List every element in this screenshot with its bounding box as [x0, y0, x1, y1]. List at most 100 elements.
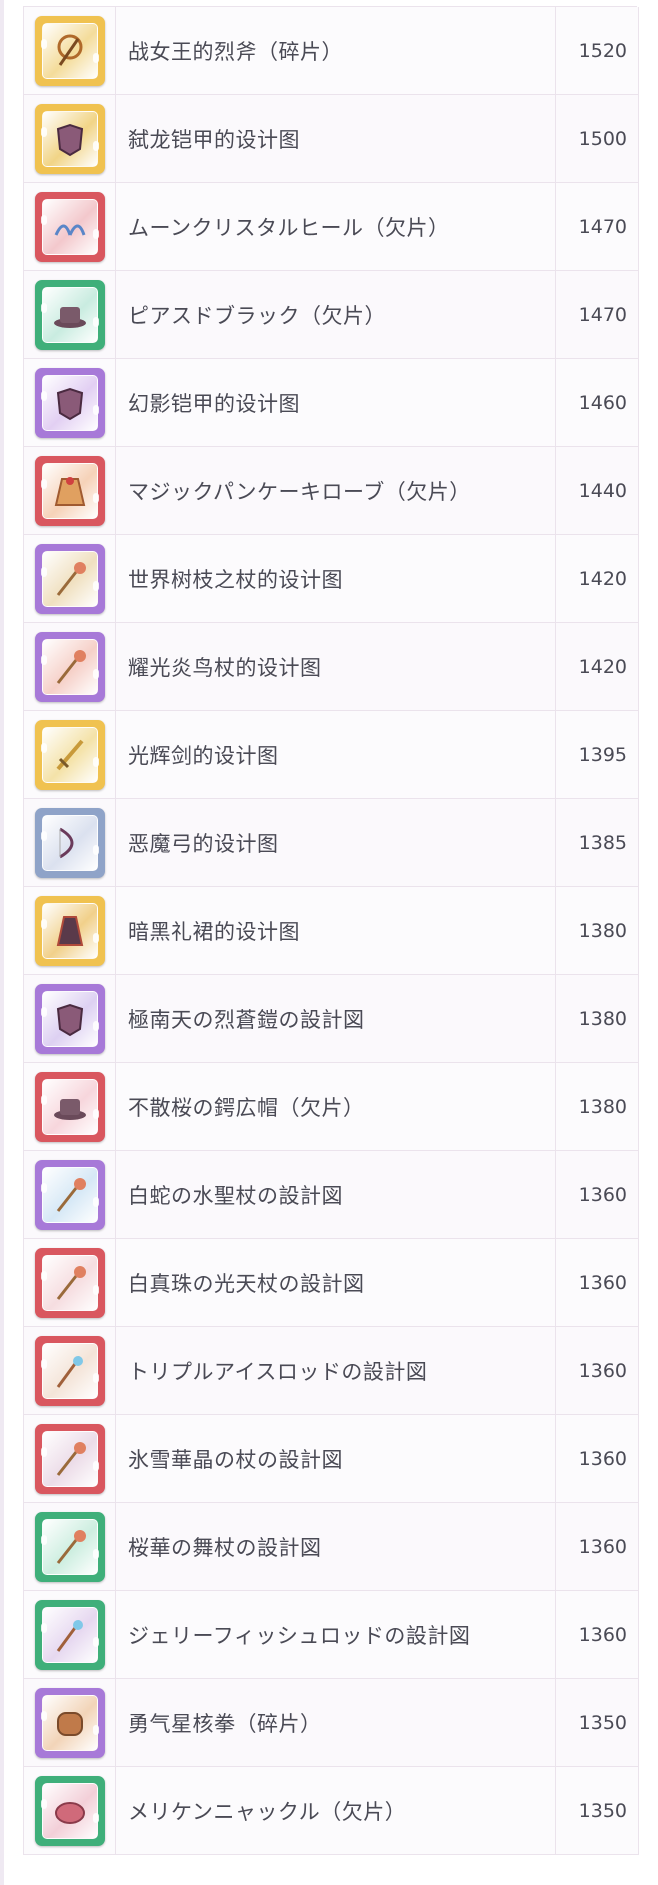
dress-icon	[34, 895, 105, 966]
item-value-list-page: 战女王的烈斧（碎片） 1520 弑龙铠甲的设计图 1500 ムーンクリスタルヒール（欠片…	[0, 0, 658, 1885]
staff-icon	[34, 1511, 105, 1582]
item-icon-cell	[24, 1239, 116, 1326]
staff-icon	[34, 543, 105, 614]
item-name: ピアスドブラック（欠片）	[116, 271, 556, 358]
table-row: ムーンクリスタルヒール（欠片） 1470	[24, 183, 638, 271]
staff-icon	[34, 1247, 105, 1318]
heels-icon	[34, 191, 105, 262]
item-name: 战女王的烈斧（碎片）	[116, 7, 556, 94]
table-row: 弑龙铠甲的设计图 1500	[24, 95, 638, 183]
hat-icon	[34, 1071, 105, 1142]
item-value: 1420	[578, 567, 627, 590]
item-name: メリケンニャックル（欠片）	[116, 1767, 556, 1854]
table-row: ジェリーフィッシュロッドの設計図 1360	[24, 1591, 638, 1679]
item-name: ムーンクリスタルヒール（欠片）	[116, 183, 556, 270]
item-icon-cell	[24, 271, 116, 358]
table-row: 耀光炎鸟杖的设计图 1420	[24, 623, 638, 711]
item-icon-cell	[24, 447, 116, 534]
item-icon-cell	[24, 1591, 116, 1678]
item-icon-cell	[24, 975, 116, 1062]
item-name: 弑龙铠甲的设计图	[116, 95, 556, 182]
staff-icon	[34, 1423, 105, 1494]
item-name: ジェリーフィッシュロッドの設計図	[116, 1591, 556, 1678]
item-icon-cell	[24, 887, 116, 974]
item-name: 光辉剑的设计图	[116, 711, 556, 798]
item-name: 桜華の舞杖の設計図	[116, 1503, 556, 1590]
table-row: マジックパンケーキローブ（欠片） 1440	[24, 447, 638, 535]
table-row: 战女王的烈斧（碎片） 1520	[24, 7, 638, 95]
item-value: 1360	[578, 1359, 627, 1382]
table-row: 暗黑礼裙的设计图 1380	[24, 887, 638, 975]
item-value: 1470	[578, 303, 627, 326]
item-value: 1520	[578, 39, 627, 62]
item-icon-cell	[24, 1151, 116, 1238]
item-icon-cell	[24, 7, 116, 94]
item-name: 氷雪華晶の杖の設計図	[116, 1415, 556, 1502]
item-icon-cell	[24, 1767, 116, 1854]
item-icon-cell	[24, 535, 116, 622]
item-name: 耀光炎鸟杖的设计图	[116, 623, 556, 710]
item-value: 1380	[578, 1007, 627, 1030]
armor-icon	[34, 983, 105, 1054]
table-row: トリプルアイスロッドの設計図 1360	[24, 1327, 638, 1415]
item-icon-cell	[24, 799, 116, 886]
armor-icon	[34, 367, 105, 438]
item-name: 極南天の烈蒼鎧の設計図	[116, 975, 556, 1062]
item-value: 1470	[578, 215, 627, 238]
item-name: 勇气星核拳（碎片）	[116, 1679, 556, 1766]
item-icon-cell	[24, 1327, 116, 1414]
item-value: 1385	[578, 831, 627, 854]
item-value: 1360	[578, 1271, 627, 1294]
item-value: 1420	[578, 655, 627, 678]
item-value: 1500	[578, 127, 627, 150]
item-name: 恶魔弓的设计图	[116, 799, 556, 886]
item-icon-cell	[24, 1503, 116, 1590]
item-icon-cell	[24, 183, 116, 270]
item-value: 1360	[578, 1535, 627, 1558]
hat-icon	[34, 279, 105, 350]
item-value: 1440	[578, 479, 627, 502]
item-name: トリプルアイスロッドの設計図	[116, 1327, 556, 1414]
item-icon-cell	[24, 1415, 116, 1502]
item-icon-cell	[24, 1063, 116, 1150]
table-row: 桜華の舞杖の設計図 1360	[24, 1503, 638, 1591]
table-row: 白蛇の水聖杖の設計図 1360	[24, 1151, 638, 1239]
rod-icon	[34, 1335, 105, 1406]
item-name: 暗黑礼裙的设计图	[116, 887, 556, 974]
table-row: 白真珠の光天杖の設計図 1360	[24, 1239, 638, 1327]
staff-icon	[34, 631, 105, 702]
item-name: マジックパンケーキローブ（欠片）	[116, 447, 556, 534]
item-name: 世界树枝之杖的设计图	[116, 535, 556, 622]
table-row: メリケンニャックル（欠片） 1350	[24, 1767, 638, 1855]
table-row: 極南天の烈蒼鎧の設計図 1380	[24, 975, 638, 1063]
axe-icon	[34, 15, 105, 86]
rod-icon	[34, 1599, 105, 1670]
staff-icon	[34, 1159, 105, 1230]
item-name: 不散桜の鍔広帽（欠片）	[116, 1063, 556, 1150]
item-value: 1360	[578, 1623, 627, 1646]
item-name: 幻影铠甲的设计图	[116, 359, 556, 446]
item-value: 1460	[578, 391, 627, 414]
knuckle-icon	[34, 1775, 105, 1846]
item-table: 战女王的烈斧（碎片） 1520 弑龙铠甲的设计图 1500 ムーンクリスタルヒール（欠片…	[23, 7, 639, 1855]
item-name: 白真珠の光天杖の設計図	[116, 1239, 556, 1326]
item-icon-cell	[24, 623, 116, 710]
fist-icon	[34, 1687, 105, 1758]
table-row: 氷雪華晶の杖の設計図 1360	[24, 1415, 638, 1503]
item-value: 1360	[578, 1447, 627, 1470]
left-scroll-rail	[0, 0, 4, 1885]
item-value: 1350	[578, 1711, 627, 1734]
table-row: 世界树枝之杖的设计图 1420	[24, 535, 638, 623]
table-row: 幻影铠甲的设计图 1460	[24, 359, 638, 447]
bow-icon	[34, 807, 105, 878]
item-icon-cell	[24, 359, 116, 446]
item-value: 1360	[578, 1183, 627, 1206]
table-row: 光辉剑的设计图 1395	[24, 711, 638, 799]
item-value: 1380	[578, 1095, 627, 1118]
table-row: 恶魔弓的设计图 1385	[24, 799, 638, 887]
item-value: 1380	[578, 919, 627, 942]
item-name: 白蛇の水聖杖の設計図	[116, 1151, 556, 1238]
table-row: 勇气星核拳（碎片） 1350	[24, 1679, 638, 1767]
robe-icon	[34, 455, 105, 526]
item-icon-cell	[24, 95, 116, 182]
